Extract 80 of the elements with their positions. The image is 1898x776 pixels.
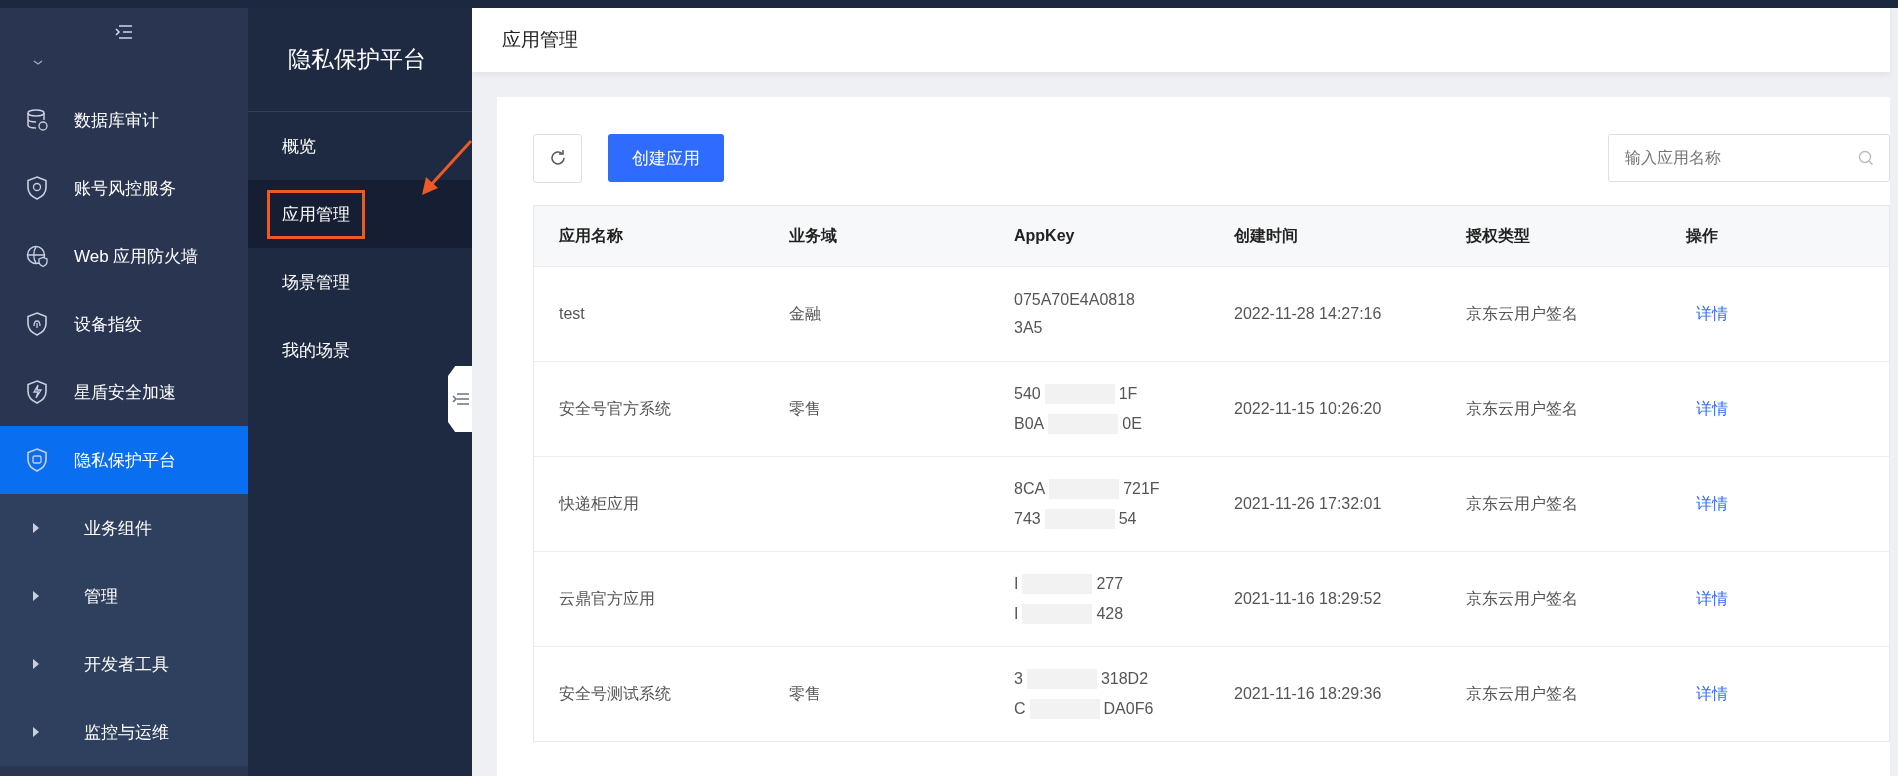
caret-icon	[32, 659, 40, 669]
table-cell-text: 京东云用户签名	[1466, 303, 1578, 324]
sidebar-group[interactable]: 开发者工具	[0, 630, 248, 698]
appkey-fragment: 075A70E4A0818	[1014, 291, 1135, 309]
table-cell-text: 京东云用户签名	[1466, 588, 1578, 609]
details-link[interactable]: 详情	[1696, 493, 1728, 515]
collapse-handle[interactable]	[448, 366, 472, 432]
search-field[interactable]: 输入应用名称	[1608, 134, 1890, 182]
table-cell-text: 安全号测试系统	[559, 683, 671, 704]
details-link[interactable]: 详情	[1696, 303, 1728, 325]
chevron-down-icon[interactable]	[33, 60, 43, 66]
column-header: AppKey	[1014, 227, 1075, 245]
appkey-fragment: 8CA	[1014, 480, 1046, 498]
table-cell-text: 快递柜应用	[559, 493, 639, 514]
sidebar-item[interactable]: 设备指纹	[0, 290, 248, 358]
table-cell-text: 京东云用户签名	[1466, 398, 1578, 419]
subnav-item[interactable]: 场景管理	[248, 248, 472, 316]
appkey-fragment: I	[1014, 575, 1019, 593]
appkey-fragment: 743	[1014, 510, 1041, 528]
sidebar-item[interactable]: 数据库审计	[0, 86, 248, 154]
page-title: 应用管理	[502, 28, 578, 52]
sidebar-item[interactable]: Web 应用防火墙	[0, 222, 248, 290]
details-link[interactable]: 详情	[1696, 683, 1728, 705]
column-header: 创建时间	[1234, 225, 1298, 246]
table-cell-text: 云鼎官方应用	[559, 588, 655, 609]
appkey-fragment: 721F	[1123, 480, 1160, 498]
appkey-fragment: 1F	[1118, 385, 1138, 403]
caret-icon	[32, 727, 40, 737]
menu-collapse-icon	[452, 392, 470, 406]
lightning-shield-icon	[26, 380, 48, 404]
menu-collapse-icon[interactable]	[114, 24, 134, 40]
table-cell: 2022-11-28 14:27:16	[1234, 305, 1382, 323]
table-cell-text: 京东云用户签名	[1466, 683, 1578, 704]
sidebar-group[interactable]: 管理	[0, 562, 248, 630]
table-cell-text: 金融	[789, 303, 821, 324]
appkey-fragment: 0E	[1122, 415, 1142, 433]
sidebar-group[interactable]: 监控与运维	[0, 698, 248, 766]
table-cell: 2021-11-26 17:32:01	[1234, 495, 1382, 513]
appkey-fragment: 3	[1014, 670, 1023, 688]
subnav-item[interactable]: 应用管理	[248, 180, 472, 248]
table-cell: test	[559, 305, 585, 323]
appkey-fragment: 318D2	[1100, 670, 1149, 688]
table-cell: 2022-11-15 10:26:20	[1234, 400, 1382, 418]
caret-icon	[32, 523, 40, 533]
subnav-item[interactable]: 概览	[248, 112, 472, 180]
create-button[interactable]: 创建应用	[608, 134, 724, 182]
sidebar-group[interactable]: 业务组件	[0, 494, 248, 562]
column-header: 应用名称	[559, 225, 623, 246]
column-header: 操作	[1686, 225, 1718, 246]
table-cell-text: 零售	[789, 683, 821, 704]
table-cell-text: 京东云用户签名	[1466, 493, 1578, 514]
appkey-fragment: 277	[1096, 575, 1124, 593]
appkey-fragment: C	[1014, 700, 1026, 718]
details-link[interactable]: 详情	[1696, 588, 1728, 610]
subnav-item[interactable]: 我的场景	[248, 316, 472, 384]
search-icon	[1858, 150, 1874, 166]
appkey-fragment: DA0F6	[1103, 700, 1154, 718]
column-header: 业务域	[789, 225, 837, 246]
sidebar-item[interactable]: 账号风控服务	[0, 154, 248, 222]
shield-icon	[26, 176, 48, 200]
sidebar-item[interactable]: 星盾安全加速	[0, 358, 248, 426]
refresh-icon	[548, 149, 567, 167]
details-link[interactable]: 详情	[1696, 398, 1728, 420]
globe-shield-icon	[26, 244, 48, 268]
table-cell-text: 安全号官方系统	[559, 398, 671, 419]
table-cell: 2021-11-16 18:29:36	[1234, 685, 1382, 703]
refresh-button[interactable]	[533, 133, 582, 183]
column-header: 授权类型	[1466, 225, 1530, 246]
sidebar-item[interactable]: 隐私保护平台	[0, 426, 248, 494]
appkey-fragment: 54	[1118, 510, 1137, 528]
table-cell: 2021-11-16 18:29:52	[1234, 590, 1382, 608]
appkey-fragment: 3A5	[1014, 319, 1043, 337]
appkey-fragment: 428	[1096, 605, 1124, 623]
fingerprint-shield-icon	[26, 312, 48, 336]
caret-icon	[32, 591, 40, 601]
table-cell-text: 零售	[789, 398, 821, 419]
database-icon	[26, 108, 48, 132]
appkey-fragment: B0A	[1014, 415, 1045, 433]
appkey-fragment: I	[1014, 605, 1019, 623]
appkey-fragment: 540	[1014, 385, 1041, 403]
